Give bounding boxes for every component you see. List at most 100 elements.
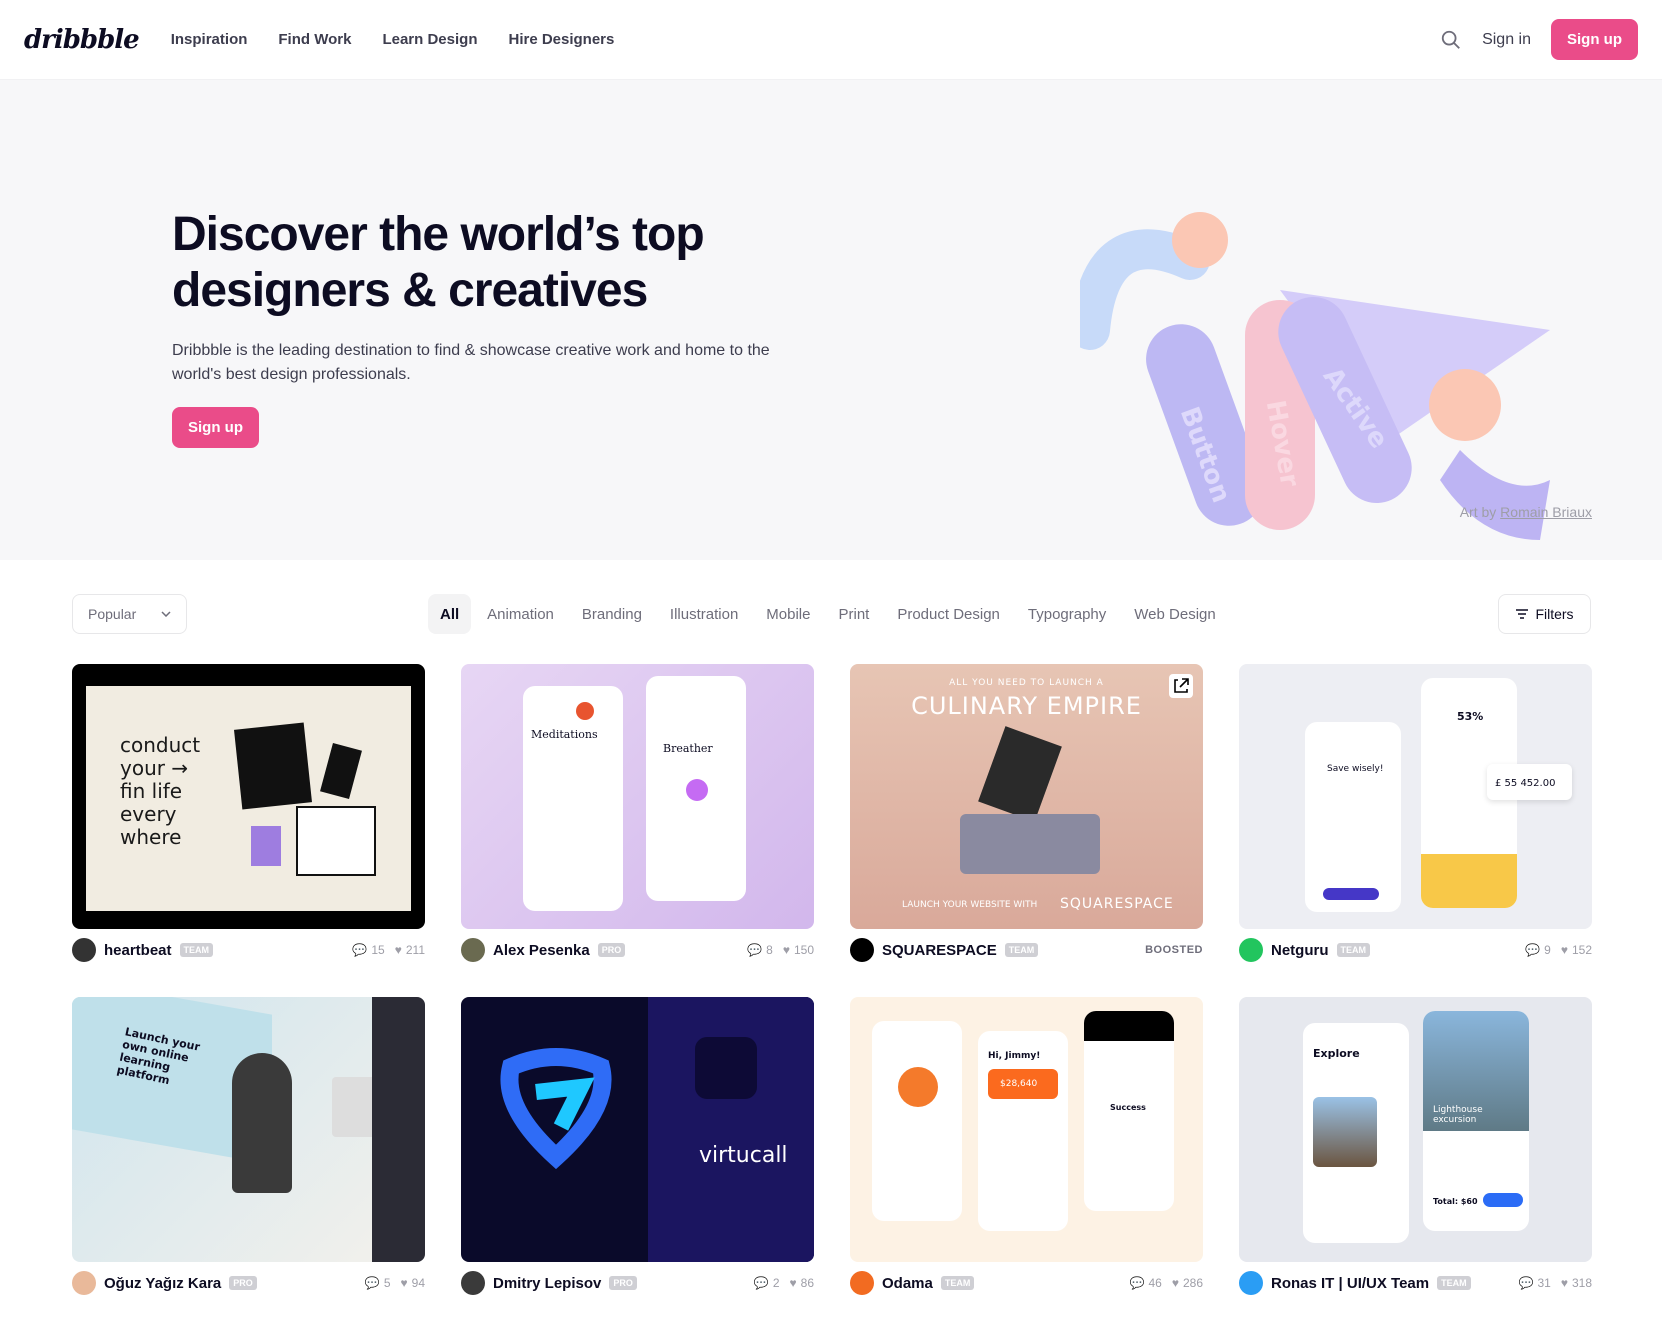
credit-link[interactable]: Romain Briaux bbox=[1500, 504, 1592, 520]
nav-link-hire-designers[interactable]: Hire Designers bbox=[508, 31, 614, 48]
shot-thumbnail[interactable]: Meditations Breather bbox=[461, 664, 814, 929]
author-name[interactable]: Netguru bbox=[1271, 942, 1329, 959]
comment-count: 5 bbox=[383, 1276, 391, 1290]
hero-sign-up-button[interactable]: Sign up bbox=[172, 407, 259, 448]
comment-count: 15 bbox=[371, 943, 385, 957]
heart-icon[interactable]: ♥ bbox=[401, 1276, 408, 1290]
shot-thumbnail[interactable]: virtucall bbox=[461, 997, 814, 1262]
tab-branding[interactable]: Branding bbox=[570, 594, 654, 634]
pro-badge: PRO bbox=[609, 1276, 637, 1290]
shot-card[interactable]: Launch your own online learning platform… bbox=[72, 997, 425, 1295]
sign-in-link[interactable]: Sign in bbox=[1482, 31, 1531, 49]
tab-print[interactable]: Print bbox=[826, 594, 881, 634]
pro-badge: PRO bbox=[597, 943, 626, 957]
filters-label: Filters bbox=[1535, 606, 1574, 622]
nav-link-learn-design[interactable]: Learn Design bbox=[382, 31, 477, 48]
shot-thumbnail[interactable]: ALL YOU NEED TO LAUNCH A CULINARY EMPIRE… bbox=[850, 664, 1203, 929]
comment-icon: 💬 bbox=[352, 943, 368, 957]
tab-web-design[interactable]: Web Design bbox=[1122, 594, 1227, 634]
author-name[interactable]: Alex Pesenka bbox=[493, 942, 590, 959]
team-badge: TEAM bbox=[1437, 1276, 1471, 1290]
author-name[interactable]: Dmitry Lepisov bbox=[493, 1275, 601, 1292]
filters-button[interactable]: Filters bbox=[1498, 594, 1591, 634]
sign-up-button[interactable]: Sign up bbox=[1551, 19, 1638, 60]
hero-title: Discover the world’s top designers & cre… bbox=[172, 208, 705, 317]
virtucall-logo-icon bbox=[500, 1048, 612, 1170]
sort-dropdown[interactable]: Popular bbox=[72, 594, 187, 634]
avatar[interactable] bbox=[850, 938, 874, 962]
nav-link-inspiration[interactable]: Inspiration bbox=[171, 31, 248, 48]
shot-meta: Odama TEAM 💬 46 ♥ 286 bbox=[850, 1271, 1203, 1295]
tab-mobile[interactable]: Mobile bbox=[754, 594, 822, 634]
thumb-text: Explore bbox=[1313, 1047, 1360, 1060]
filter-bar: Popular All Animation Branding Illustrat… bbox=[0, 560, 1662, 670]
comment-icon: 💬 bbox=[1129, 1276, 1145, 1290]
thumb-text: Meditations bbox=[531, 728, 598, 741]
team-badge: TEAM bbox=[1004, 943, 1039, 957]
avatar[interactable] bbox=[1239, 938, 1263, 962]
shot-card[interactable]: conduct your → fin life every where heartbea… bbox=[72, 664, 425, 962]
heart-icon[interactable]: ♥ bbox=[395, 943, 402, 957]
shot-thumbnail[interactable]: Save wisely! 53% £ 55 452.00 bbox=[1239, 664, 1592, 929]
shot-card[interactable]: Save wisely! 53% £ 55 452.00 Netguru TEA… bbox=[1239, 664, 1592, 962]
tab-product-design[interactable]: Product Design bbox=[885, 594, 1012, 634]
tab-all[interactable]: All bbox=[428, 594, 472, 634]
thumb-text: Lighthouse excursion bbox=[1433, 1105, 1483, 1125]
avatar[interactable] bbox=[1239, 1271, 1263, 1295]
heart-icon[interactable]: ♥ bbox=[783, 943, 790, 957]
heart-icon[interactable]: ♥ bbox=[1172, 1276, 1179, 1290]
avatar[interactable] bbox=[461, 938, 485, 962]
thumb-text: LAUNCH YOUR WEBSITE WITH bbox=[902, 900, 1038, 910]
pro-badge: PRO bbox=[229, 1276, 257, 1290]
shot-card[interactable]: Explore Lighthouse excursion Total: $60 … bbox=[1239, 997, 1592, 1295]
like-count: 86 bbox=[800, 1276, 814, 1290]
team-badge: TEAM bbox=[179, 943, 214, 957]
avatar[interactable] bbox=[850, 1271, 874, 1295]
shot-thumbnail[interactable]: Launch your own online learning platform bbox=[72, 997, 425, 1262]
shot-card[interactable]: ALL YOU NEED TO LAUNCH A CULINARY EMPIRE… bbox=[850, 664, 1203, 962]
shot-card[interactable]: virtucall Dmitry Lepisov PRO 💬 2 ♥ 86 bbox=[461, 997, 814, 1295]
art-credit: Art by Romain Briaux bbox=[1460, 504, 1592, 520]
comment-count: 9 bbox=[1544, 943, 1551, 957]
heart-icon[interactable]: ♥ bbox=[1561, 1276, 1568, 1290]
dribbble-logo[interactable]: dribbble bbox=[24, 25, 140, 55]
author-name[interactable]: SQUARESPACE bbox=[882, 942, 997, 959]
thumb-text: Hi, Jimmy! bbox=[988, 1051, 1041, 1061]
hero-section: Discover the world’s top designers & cre… bbox=[0, 80, 1662, 560]
nav-links: Inspiration Find Work Learn Design Hire … bbox=[171, 31, 615, 48]
author-name[interactable]: Odama bbox=[882, 1275, 933, 1292]
heart-icon[interactable]: ♥ bbox=[1561, 943, 1568, 957]
shot-card[interactable]: Hi, Jimmy! $28,640 Success Odama TEAM 💬 4… bbox=[850, 997, 1203, 1295]
search-icon[interactable] bbox=[1440, 29, 1462, 51]
author-name[interactable]: Ronas IT | UI/UX Team bbox=[1271, 1275, 1429, 1292]
avatar[interactable] bbox=[461, 1271, 485, 1295]
shot-thumbnail[interactable]: conduct your → fin life every where bbox=[72, 664, 425, 929]
tab-illustration[interactable]: Illustration bbox=[658, 594, 750, 634]
hero-text: Discover the world’s top designers & cre… bbox=[172, 207, 792, 448]
tab-typography[interactable]: Typography bbox=[1016, 594, 1118, 634]
author-name[interactable]: Oğuz Yağız Kara bbox=[104, 1275, 221, 1292]
shot-thumbnail[interactable]: Hi, Jimmy! $28,640 Success bbox=[850, 997, 1203, 1262]
external-link-icon[interactable] bbox=[1169, 674, 1193, 698]
shot-meta: heartbeat TEAM 💬 15 ♥ 211 bbox=[72, 938, 425, 962]
shot-stats: 💬 46 ♥ 286 bbox=[1130, 1276, 1203, 1290]
thumb-text: 53% bbox=[1457, 710, 1484, 723]
thumb-text: virtucall bbox=[699, 1143, 788, 1168]
avatar[interactable] bbox=[72, 938, 96, 962]
shot-card[interactable]: Meditations Breather Alex Pesenka PRO 💬 8… bbox=[461, 664, 814, 962]
hero-subtitle: Dribbble is the leading destination to f… bbox=[172, 342, 770, 383]
shot-meta: Netguru TEAM 💬 9 ♥ 152 bbox=[1239, 938, 1592, 962]
avatar[interactable] bbox=[72, 1271, 96, 1295]
author-name[interactable]: heartbeat bbox=[104, 942, 172, 959]
shot-thumbnail[interactable]: Explore Lighthouse excursion Total: $60 bbox=[1239, 997, 1592, 1262]
team-badge: TEAM bbox=[940, 1276, 975, 1290]
heart-icon[interactable]: ♥ bbox=[790, 1276, 797, 1290]
shot-meta: Dmitry Lepisov PRO 💬 2 ♥ 86 bbox=[461, 1271, 814, 1295]
nav-link-find-work[interactable]: Find Work bbox=[278, 31, 351, 48]
shot-stats: 💬 5 ♥ 94 bbox=[365, 1276, 425, 1290]
thumb-text: Success bbox=[1110, 1103, 1146, 1112]
chevron-down-icon bbox=[161, 611, 171, 617]
comment-icon: 💬 bbox=[753, 1276, 769, 1290]
tab-animation[interactable]: Animation bbox=[475, 594, 566, 634]
thumb-text: conduct your → fin life every where bbox=[120, 733, 201, 849]
